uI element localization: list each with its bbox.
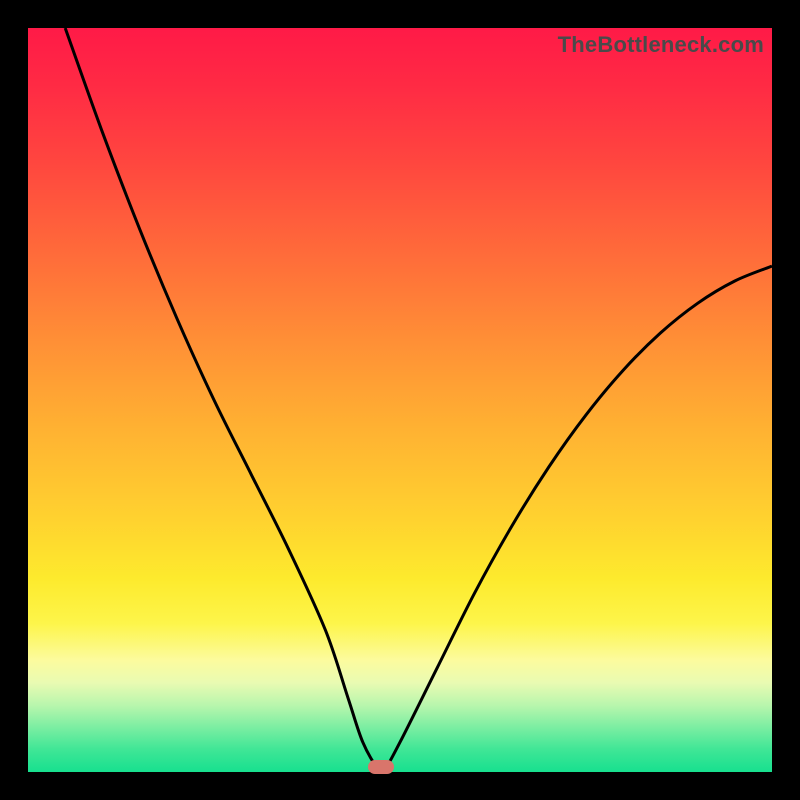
optimal-marker (368, 760, 394, 774)
chart-frame: TheBottleneck.com (0, 0, 800, 800)
plot-area: TheBottleneck.com (28, 28, 772, 772)
bottleneck-curve (28, 28, 772, 772)
curve-path (65, 28, 772, 772)
